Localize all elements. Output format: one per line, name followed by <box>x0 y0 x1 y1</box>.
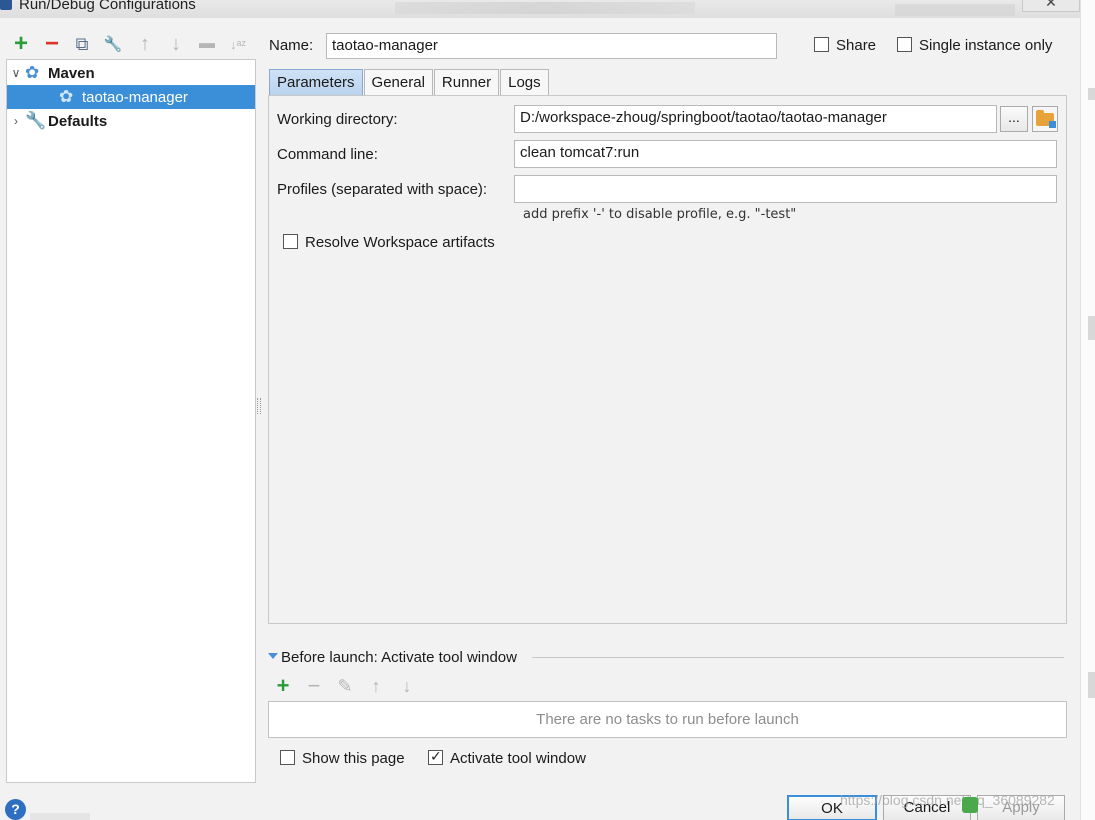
show-this-page-label: Show this page <box>302 750 405 767</box>
scroll-fragment <box>1088 316 1095 340</box>
bottom-fragment <box>30 813 90 820</box>
wrench-icon[interactable]: 🔧 <box>100 31 126 57</box>
folder-icon[interactable]: ▬ <box>194 31 220 57</box>
share-label: Share <box>836 37 877 54</box>
checkbox-icon[interactable] <box>280 750 295 765</box>
checkbox-checked-icon[interactable] <box>428 748 443 765</box>
tab-logs[interactable]: Logs <box>500 69 549 95</box>
tab-general[interactable]: General <box>363 69 433 95</box>
folder-icon <box>1036 109 1056 128</box>
name-label: Name: <box>269 37 314 54</box>
divider <box>532 657 1064 658</box>
configurations-toolbar: + − ⧉ 🔧 ↑ ↓ ▬ ↓ᵃᶻ <box>6 30 256 57</box>
single-instance-label: Single instance only <box>919 37 1053 54</box>
before-launch-title: Before launch: Activate tool window <box>281 649 517 666</box>
checkbox-icon[interactable] <box>897 37 912 52</box>
activate-tool-window-label: Activate tool window <box>450 750 586 767</box>
tab-parameters[interactable]: Parameters <box>269 69 363 95</box>
show-this-page-checkbox[interactable]: Show this page <box>280 750 405 767</box>
help-icon[interactable]: ? <box>5 799 26 820</box>
activate-tool-window-checkbox[interactable]: Activate tool window <box>428 748 586 767</box>
resolve-workspace-label: Resolve Workspace artifacts <box>305 234 495 251</box>
resolve-workspace-checkbox[interactable]: Resolve Workspace artifacts <box>283 234 495 251</box>
scroll-fragment <box>1088 672 1095 698</box>
arrow-up-icon[interactable]: ↑ <box>365 675 387 697</box>
add-icon[interactable]: + <box>8 30 34 57</box>
config-tabs: Parameters General Runner Logs <box>269 69 550 95</box>
chevron-right-icon[interactable]: › <box>7 114 25 128</box>
tree-item-label: Defaults <box>48 112 108 130</box>
tree-item-maven[interactable]: ∨ ✿ Maven <box>7 61 255 85</box>
arrow-up-icon[interactable]: ↑ <box>132 31 158 57</box>
arrow-down-icon[interactable]: ↓ <box>396 675 418 697</box>
arrow-down-icon[interactable]: ↓ <box>163 31 189 57</box>
working-directory-label: Working directory: <box>277 111 398 128</box>
background-window-strip <box>395 2 695 14</box>
close-icon[interactable]: ✕ <box>1022 0 1080 12</box>
chevron-down-icon[interactable]: ∨ <box>7 66 25 80</box>
folder-macro-button[interactable] <box>1032 106 1058 132</box>
name-input[interactable]: taotao-manager <box>326 33 777 59</box>
configurations-tree[interactable]: ∨ ✿ Maven ✿ taotao-manager › 🔧 Defaults <box>6 59 256 783</box>
checkbox-icon[interactable] <box>814 37 829 52</box>
background-window-strip-2 <box>895 4 1015 16</box>
share-checkbox[interactable]: Share <box>814 37 876 54</box>
scroll-fragment <box>1088 88 1095 100</box>
command-line-label: Command line: <box>277 146 378 163</box>
remove-icon[interactable]: − <box>39 30 65 57</box>
gear-icon: ✿ <box>59 87 74 106</box>
profiles-input[interactable] <box>514 175 1057 203</box>
browse-button[interactable]: ... <box>1000 106 1028 132</box>
watermark: https://blog.csdn.net/qq_36089282 <box>840 792 1055 808</box>
panel-splitter[interactable] <box>257 398 261 414</box>
tree-item-taotao-manager[interactable]: ✿ taotao-manager <box>7 85 255 109</box>
title-bar: Run/Debug Configurations ✕ <box>0 0 1095 18</box>
app-icon <box>0 0 12 10</box>
edit-icon[interactable]: ✎ <box>334 675 356 697</box>
sort-icon[interactable]: ↓ᵃᶻ <box>225 31 251 57</box>
before-launch-task-list[interactable]: There are no tasks to run before launch <box>268 701 1067 738</box>
tab-runner[interactable]: Runner <box>433 69 500 95</box>
copy-icon[interactable]: ⧉ <box>69 31 95 57</box>
command-line-input[interactable]: clean tomcat7:run <box>514 140 1057 168</box>
profiles-hint: add prefix '-' to disable profile, e.g. … <box>523 207 797 222</box>
window-title: Run/Debug Configurations <box>19 0 196 13</box>
working-directory-input[interactable]: D:/workspace-zhoug/springboot/taotao/tao… <box>514 105 997 133</box>
tree-item-label: taotao-manager <box>82 88 188 106</box>
watermark-logo-icon <box>962 797 978 813</box>
tree-item-defaults[interactable]: › 🔧 Defaults <box>7 109 255 133</box>
triangle-down-icon[interactable] <box>268 653 278 659</box>
add-icon[interactable]: + <box>272 675 294 697</box>
wrench-icon: 🔧 <box>25 111 47 130</box>
tree-item-label: Maven <box>48 64 95 82</box>
remove-icon[interactable]: − <box>303 675 325 697</box>
gear-icon: ✿ <box>25 63 40 82</box>
profiles-label: Profiles (separated with space): <box>277 181 488 198</box>
checkbox-icon[interactable] <box>283 234 298 249</box>
single-instance-checkbox[interactable]: Single instance only <box>897 37 1052 54</box>
